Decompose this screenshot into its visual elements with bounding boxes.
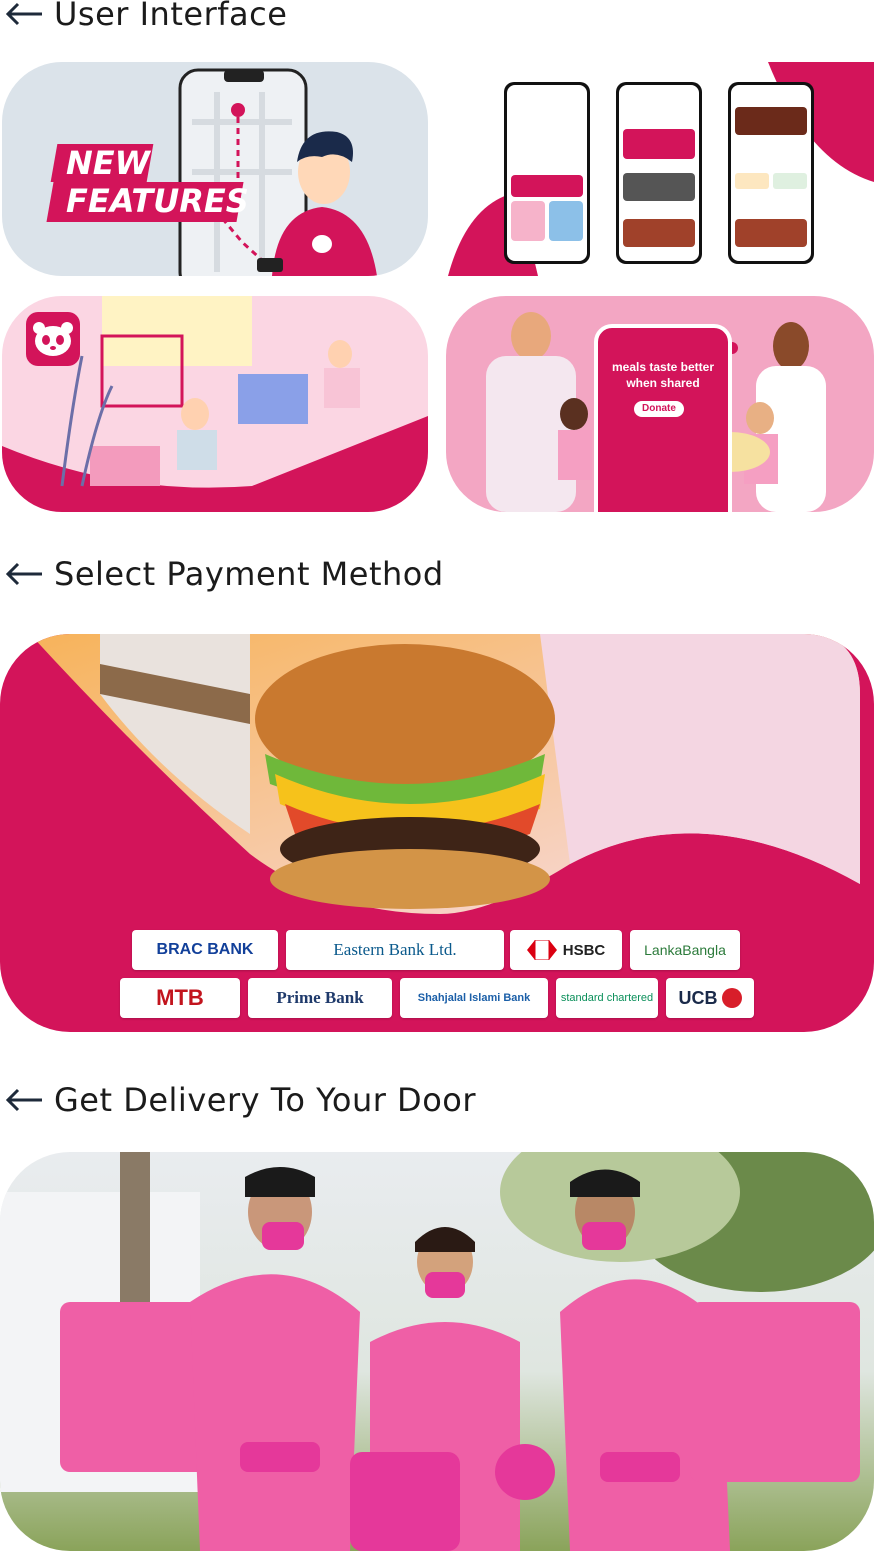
section-header-payment: Select Payment Method bbox=[0, 555, 444, 593]
map-pin-icon bbox=[231, 103, 245, 117]
donate-phone bbox=[594, 324, 732, 512]
delivery-riders-photo bbox=[0, 1152, 874, 1551]
burger-illustration bbox=[30, 634, 860, 914]
bank-logo-brac: BRAC BANK bbox=[132, 930, 278, 970]
bank-logo-prime: Prime Bank bbox=[248, 978, 392, 1018]
bank-logo-standard-chartered: standard chartered bbox=[556, 978, 658, 1018]
ucb-emblem-icon bbox=[721, 988, 742, 1008]
left-arrow-icon[interactable] bbox=[4, 2, 44, 26]
payment-banner: BRAC BANK Eastern Bank Ltd. HSBC LankaBa… bbox=[0, 634, 874, 1032]
section-header-delivery: Get Delivery To Your Door bbox=[0, 1081, 476, 1119]
phone-screen-2 bbox=[616, 82, 702, 264]
new-features-line2: FEATURES bbox=[66, 182, 249, 220]
bank-logo-lankabangla: LankaBangla bbox=[630, 930, 740, 970]
bank-logo-shahjalal: Shahjalal Islami Bank bbox=[400, 978, 548, 1018]
phone-screen-1 bbox=[504, 82, 590, 264]
donate-banner: meals taste better when shared Donate bbox=[446, 296, 874, 512]
new-features-line1: NEW bbox=[66, 144, 150, 182]
office-illustration-banner bbox=[2, 296, 428, 512]
riders-scene bbox=[0, 1152, 874, 1551]
bank-logo-hsbc: HSBC bbox=[510, 930, 622, 970]
donate-headline-1: meals taste better bbox=[611, 360, 715, 374]
section-title: Select Payment Method bbox=[54, 555, 444, 593]
phone-screen-3 bbox=[728, 82, 814, 264]
hsbc-hexagon-icon bbox=[526, 940, 557, 960]
section-title: Get Delivery To Your Door bbox=[54, 1081, 476, 1119]
donate-button[interactable]: Donate bbox=[634, 401, 684, 417]
bank-logo-ebl: Eastern Bank Ltd. bbox=[286, 930, 504, 970]
app-screens-banner bbox=[448, 62, 874, 276]
bank-logo-mtb: MTB bbox=[120, 978, 240, 1018]
left-arrow-icon[interactable] bbox=[4, 1088, 44, 1112]
donate-headline-2: when shared bbox=[626, 376, 700, 390]
bank-logo-ucb: UCB bbox=[666, 978, 754, 1018]
new-features-banner: NEW FEATURES bbox=[2, 62, 428, 276]
panda-logo-icon bbox=[26, 312, 80, 366]
section-header-ui: User Interface bbox=[0, 0, 288, 33]
section-title: User Interface bbox=[54, 0, 288, 33]
left-arrow-icon[interactable] bbox=[4, 562, 44, 586]
